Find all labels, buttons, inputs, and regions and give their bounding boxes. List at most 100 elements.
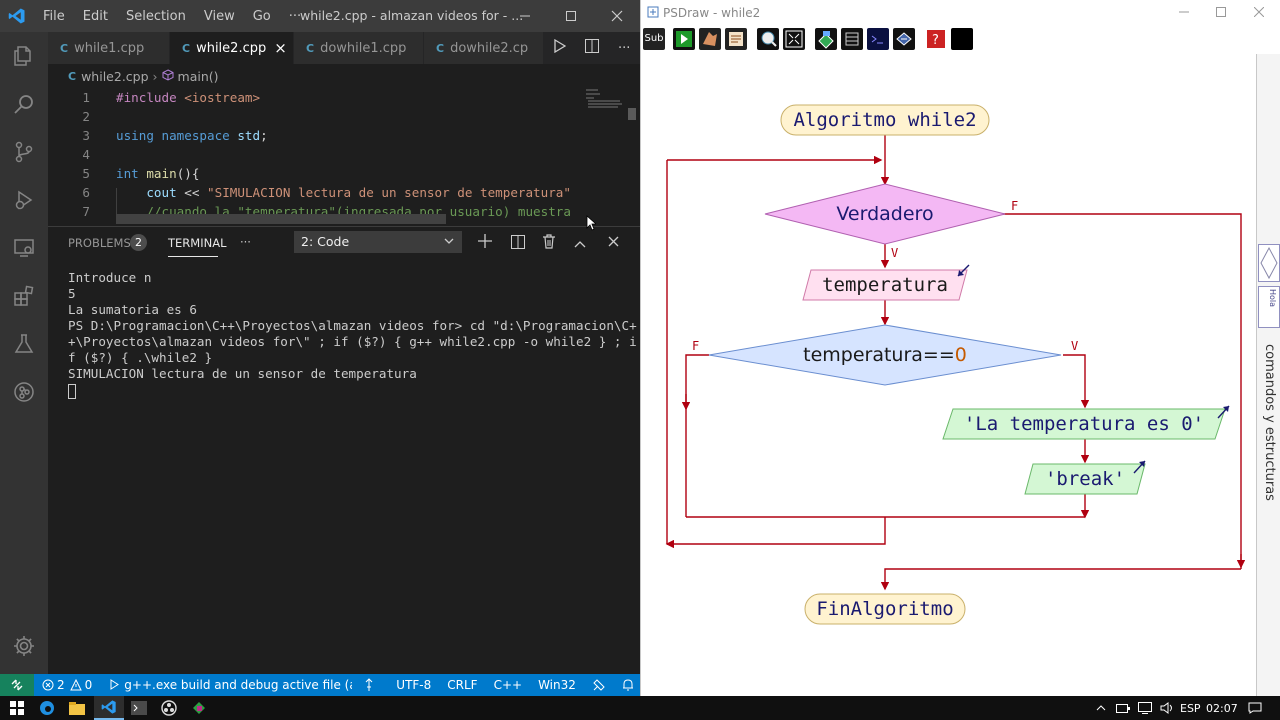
line-ending[interactable]: CRLF: [447, 678, 477, 692]
vscode-taskbar-icon[interactable]: [94, 696, 124, 720]
terminal-select[interactable]: 2: Code: [294, 231, 462, 253]
code-line[interactable]: 1 #include <iostream>: [48, 88, 568, 107]
editor-scrollbar[interactable]: [628, 108, 636, 120]
menu-go[interactable]: Go: [244, 9, 280, 24]
psdraw-maximize-button[interactable]: [1216, 6, 1226, 20]
psdraw-close-button[interactable]: [1253, 6, 1265, 20]
language-indicator[interactable]: ESP: [1180, 702, 1201, 715]
code-line[interactable]: 3 using namespace std;: [48, 126, 568, 145]
run-debug-icon[interactable]: [0, 176, 48, 224]
problems-tab[interactable]: PROBLEMS: [68, 236, 131, 250]
volume-icon[interactable]: [1152, 696, 1182, 720]
zoom-icon[interactable]: [757, 28, 779, 50]
testing-icon[interactable]: [0, 320, 48, 368]
psdraw-minimize-button[interactable]: [1179, 6, 1189, 20]
split-editor-icon[interactable]: [584, 39, 599, 57]
language-mode[interactable]: C++: [494, 678, 523, 692]
remote-icon[interactable]: [0, 674, 34, 696]
terminal-taskbar-icon[interactable]: [124, 696, 154, 720]
run-icon[interactable]: [673, 28, 695, 50]
flowchart-canvas[interactable]: Algoritmo while2 Verdadero F V temperatu…: [641, 54, 1257, 696]
menu-edit[interactable]: Edit: [74, 9, 117, 24]
platform[interactable]: Win32: [538, 678, 576, 692]
maximize-button[interactable]: [548, 0, 594, 32]
code-token: std: [237, 128, 261, 143]
encoding[interactable]: UTF-8: [396, 678, 431, 692]
error-icon[interactable]: [42, 678, 54, 692]
minimap[interactable]: [578, 88, 628, 128]
feedback-icon[interactable]: [592, 678, 606, 693]
export-icon[interactable]: [893, 28, 915, 50]
breadcrumb: C while2.cpp › main(): [48, 64, 640, 88]
new-terminal-icon[interactable]: [478, 234, 492, 251]
menu-view[interactable]: View: [195, 9, 244, 24]
code-line[interactable]: 2: [48, 107, 568, 126]
breadcrumb-file[interactable]: while2.cpp: [81, 69, 148, 84]
step-icon[interactable]: [699, 28, 721, 50]
warning-count[interactable]: 0: [85, 678, 93, 692]
psdraw-title: PSDraw - while2: [663, 6, 761, 20]
help-icon[interactable]: ?: [925, 28, 947, 50]
edge-browser-icon[interactable]: [32, 696, 62, 720]
psdraw-taskbar-icon[interactable]: [184, 696, 214, 720]
settings-gear-icon[interactable]: [0, 622, 48, 670]
build-task[interactable]: g++.exe build and debug active file (alm…: [124, 678, 352, 692]
side-shape-2[interactable]: Hola: [1258, 286, 1280, 328]
warning-icon[interactable]: [69, 678, 82, 692]
console-icon[interactable]: [867, 28, 889, 50]
commands-side-panel[interactable]: Hola comandos y estructuras: [1257, 54, 1280, 696]
run-code-icon[interactable]: [553, 38, 566, 57]
play-icon[interactable]: [110, 678, 120, 692]
explorer-icon[interactable]: [0, 32, 48, 80]
terminal-tab[interactable]: TERMINAL: [168, 236, 226, 250]
side-shape-1[interactable]: [1258, 244, 1280, 282]
variables-icon[interactable]: [841, 28, 863, 50]
code-line[interactable]: 5 int main(){: [48, 164, 568, 183]
tab-while1[interactable]: C while1.cpp: [48, 32, 170, 64]
clock[interactable]: 02:07: [1206, 702, 1238, 715]
edit-icon[interactable]: [725, 28, 747, 50]
sync-icon[interactable]: [364, 677, 374, 693]
cpp-file-icon: C: [306, 41, 315, 55]
code-token: <iostream>: [184, 90, 261, 105]
fit-screen-icon[interactable]: [783, 28, 805, 50]
close-panel-icon[interactable]: [608, 236, 619, 250]
terminal[interactable]: Introduce n 5 La sumatoria es 6 PS D:\Progr…: [48, 258, 640, 674]
windows-start-icon[interactable]: [2, 696, 32, 720]
menu-file[interactable]: File: [34, 9, 74, 24]
menu-selection[interactable]: Selection: [117, 9, 195, 24]
chevron-up-icon[interactable]: [574, 237, 586, 251]
horizontal-scrollbar[interactable]: [116, 214, 446, 224]
notification-icon[interactable]: [1240, 696, 1270, 720]
tab-while2[interactable]: C while2.cpp ×: [170, 32, 294, 64]
bell-icon[interactable]: [622, 678, 634, 693]
status-bar: 2 0 g++.exe build and debug active file …: [0, 674, 640, 696]
code-editor[interactable]: 1 #include <iostream> 2 3 using namespace st…: [48, 88, 640, 224]
code-text: int main(){: [116, 164, 199, 183]
source-control-icon[interactable]: [0, 128, 48, 176]
tab-close-icon[interactable]: ×: [274, 39, 287, 57]
remote-explorer-icon[interactable]: [0, 224, 48, 272]
if-condition-variable: temperatura==: [803, 344, 955, 366]
close-window-button[interactable]: [594, 0, 640, 32]
minimize-button[interactable]: [502, 0, 548, 32]
split-terminal-icon[interactable]: [511, 235, 525, 252]
error-count[interactable]: 2: [57, 678, 65, 692]
flowchart: Algoritmo while2 Verdadero F V temperatu…: [665, 104, 1246, 625]
code-line[interactable]: 4: [48, 145, 568, 164]
obs-recorder-icon[interactable]: [154, 696, 184, 720]
file-explorer-icon[interactable]: [62, 696, 92, 720]
code-line[interactable]: 6 cout << "SIMULACION lectura de un sens…: [48, 183, 571, 202]
trash-icon[interactable]: [542, 234, 556, 252]
tab-dowhile2[interactable]: C dowhile2.cp: [424, 32, 544, 64]
search-icon[interactable]: [0, 80, 48, 128]
sub-process-icon[interactable]: Sub: [643, 28, 665, 50]
extensions-icon[interactable]: [0, 272, 48, 320]
tab-dowhile1[interactable]: C dowhile1.cpp: [294, 32, 424, 64]
editor-more-icon[interactable]: ···: [618, 41, 630, 56]
close-diagram-icon[interactable]: [951, 28, 973, 50]
panel-more-icon[interactable]: ···: [240, 235, 251, 249]
shapes-icon[interactable]: [815, 28, 837, 50]
git-graph-icon[interactable]: [0, 368, 48, 416]
breadcrumb-symbol[interactable]: main(): [178, 69, 219, 84]
